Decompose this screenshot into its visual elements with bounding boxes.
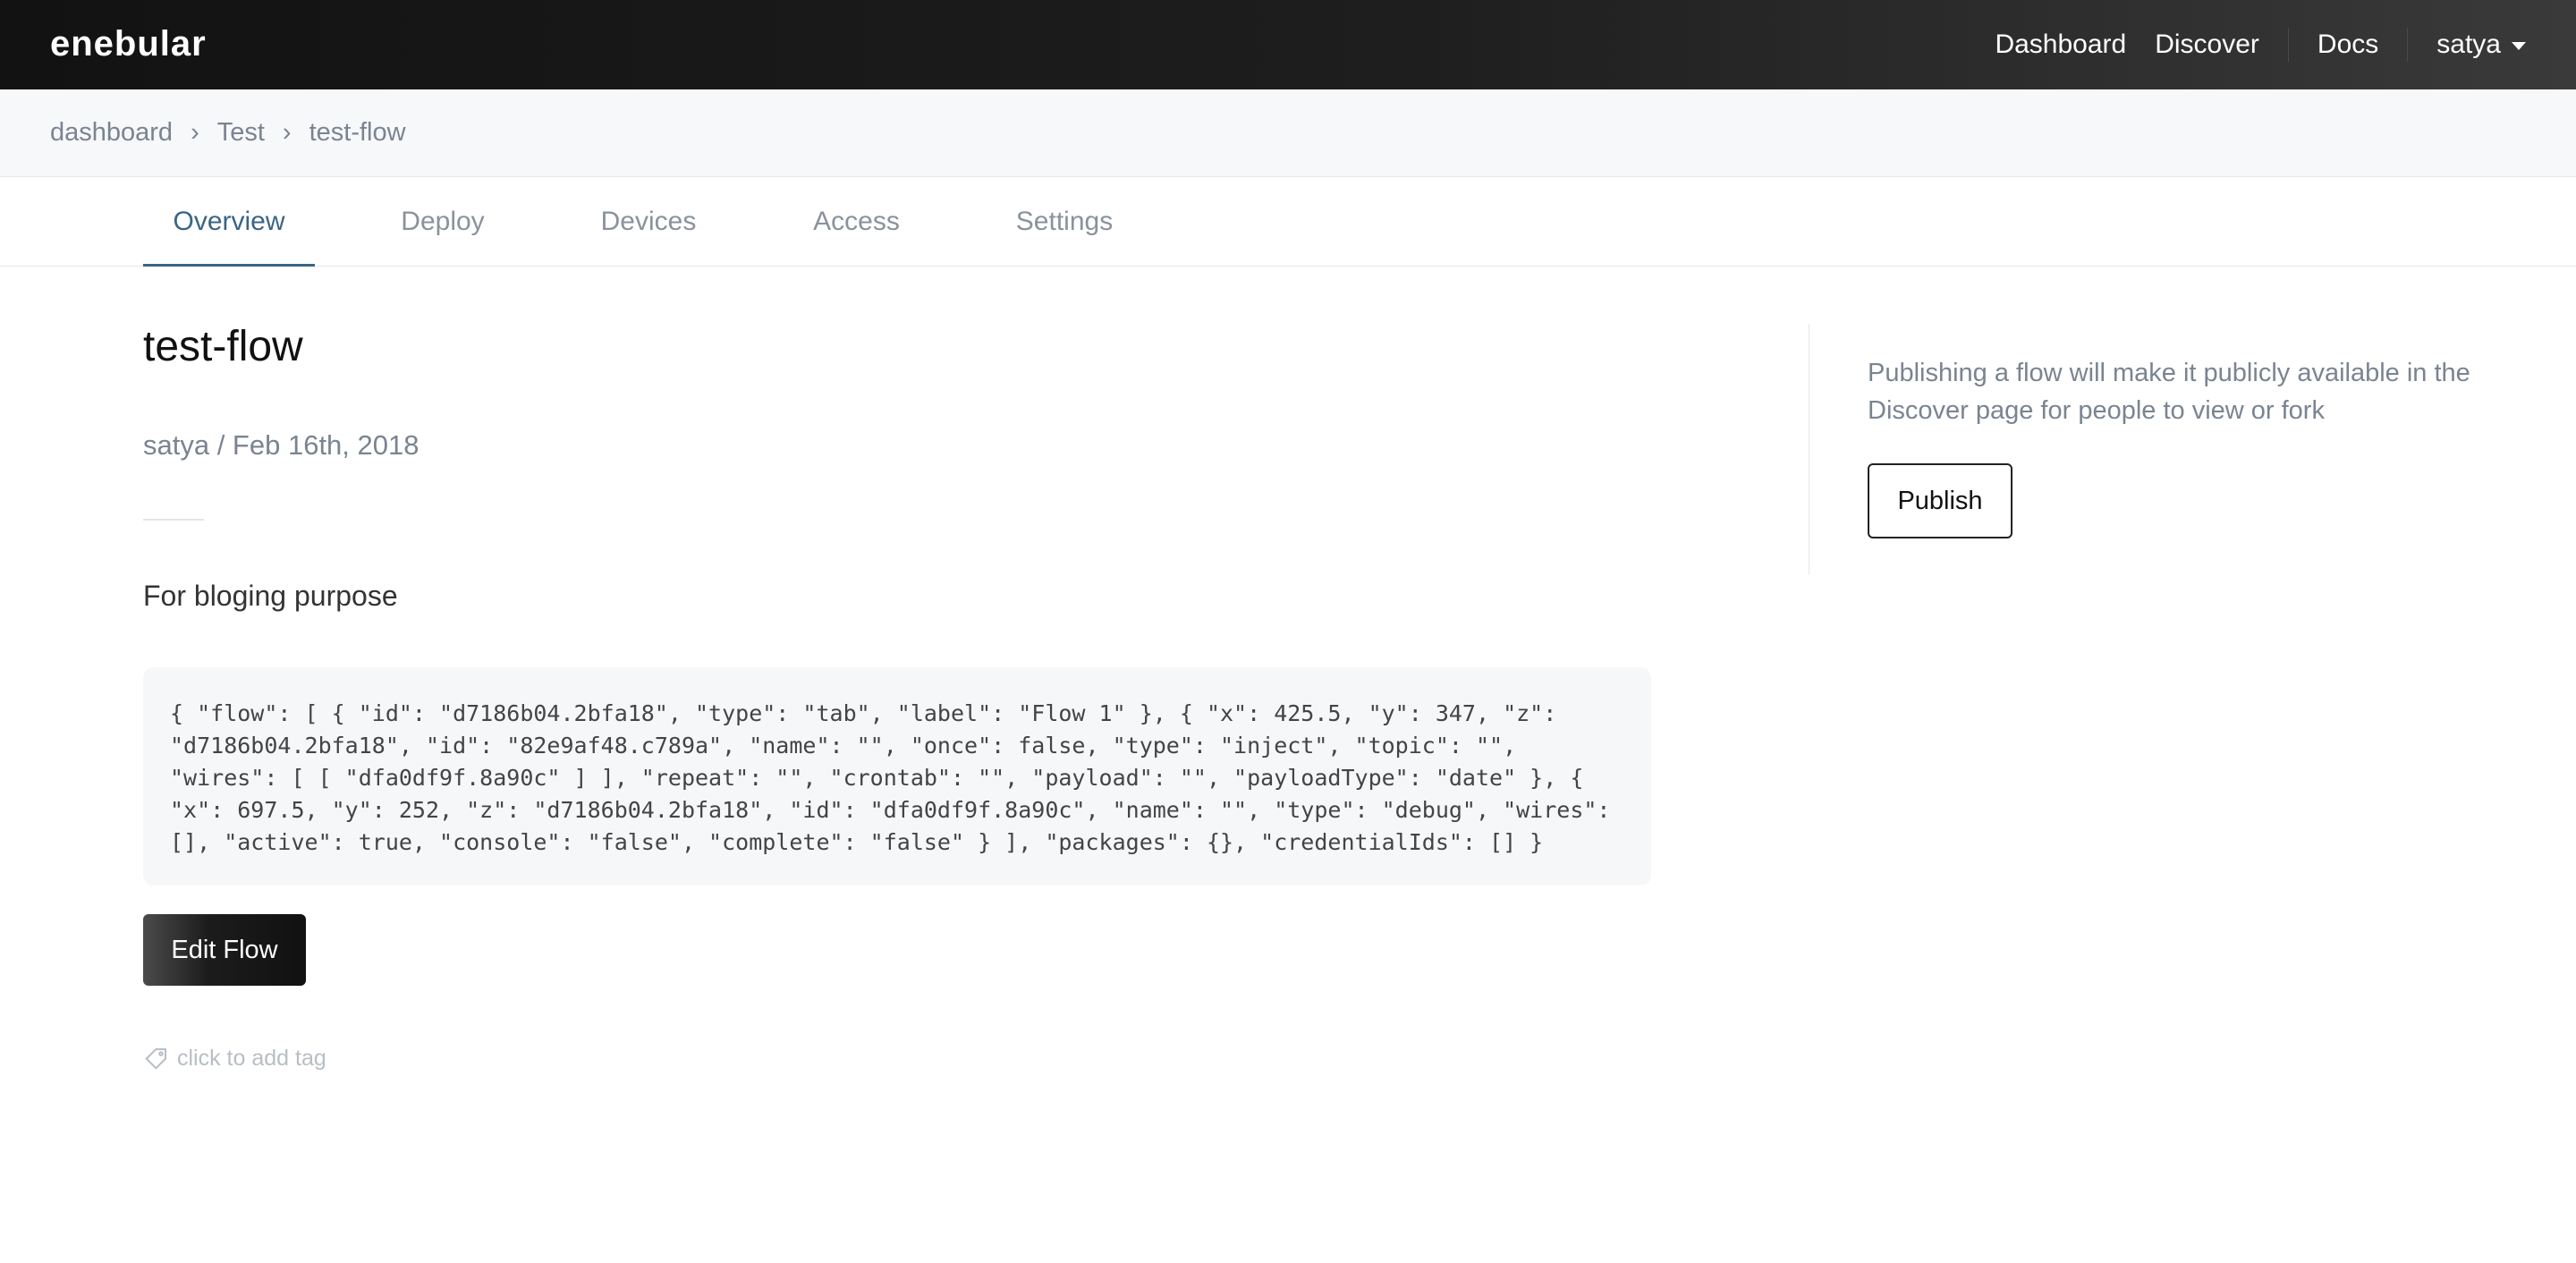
- flow-description: For bloging purpose: [143, 580, 398, 612]
- breadcrumb-separator: ›: [191, 118, 199, 147]
- breadcrumb: dashboard › Test › test-flow: [0, 89, 2576, 177]
- user-menu[interactable]: satya: [2422, 30, 2540, 60]
- breadcrumb-dashboard[interactable]: dashboard: [50, 118, 173, 148]
- add-tag-label: click to add tag: [177, 1045, 326, 1071]
- nav-links: Dashboard Discover Docs satya: [1980, 0, 2540, 89]
- breadcrumb-current: test-flow: [309, 118, 406, 147]
- tab-devices[interactable]: Devices: [586, 177, 711, 267]
- flow-title: test-flow: [143, 323, 303, 370]
- tab-access[interactable]: Access: [796, 177, 917, 267]
- nav-separator: [2287, 28, 2289, 62]
- flow-meta: satya / Feb 16th, 2018: [143, 429, 419, 461]
- flow-json-code: { "flow": [ { "id": "d7186b04.2bfa18", "…: [143, 667, 1651, 886]
- nav-separator: [2407, 28, 2409, 62]
- brand-logo[interactable]: enebular: [50, 20, 207, 68]
- publish-button[interactable]: Publish: [1868, 463, 2012, 538]
- chevron-down-icon: [2512, 41, 2526, 50]
- nav-link-dashboard[interactable]: Dashboard: [1980, 30, 2140, 60]
- breadcrumb-project[interactable]: Test: [217, 118, 265, 148]
- user-name: satya: [2436, 30, 2501, 59]
- tab-overview[interactable]: Overview: [143, 177, 315, 267]
- tab-settings[interactable]: Settings: [1002, 177, 1127, 267]
- top-navbar: enebular Dashboard Discover Docs satya: [0, 0, 2576, 89]
- nav-link-docs[interactable]: Docs: [2303, 30, 2393, 60]
- nav-link-discover[interactable]: Discover: [2140, 30, 2274, 60]
- breadcrumb-separator: ›: [282, 118, 292, 147]
- edit-flow-button[interactable]: Edit Flow: [143, 914, 306, 986]
- tag-icon: [145, 1048, 166, 1070]
- add-tag-control[interactable]: click to add tag: [143, 1045, 326, 1072]
- tab-bar: Overview Deploy Devices Access Settings: [0, 177, 2576, 267]
- divider: [143, 519, 204, 521]
- publish-description: Publishing a flow will make it publicly …: [1868, 359, 2470, 425]
- tab-deploy[interactable]: Deploy: [385, 177, 501, 267]
